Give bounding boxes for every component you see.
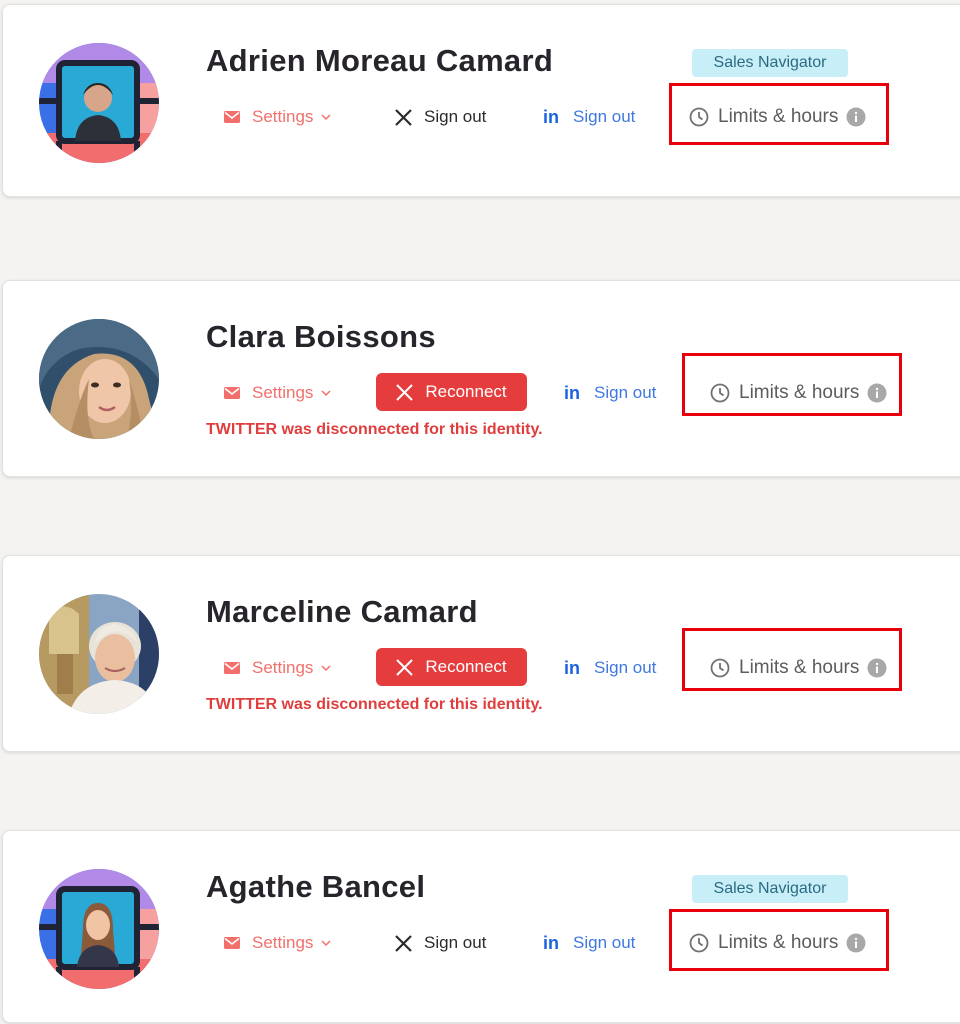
identity-name: Adrien Moreau Camard: [206, 43, 554, 78]
identity-name: Clara Boissons: [206, 319, 436, 354]
settings-label: Settings: [252, 107, 314, 126]
linkedin-icon: in: [564, 382, 580, 403]
linkedin-sign-out-button[interactable]: in Sign out: [543, 928, 635, 958]
clock-icon: [689, 107, 709, 127]
chevron-down-icon: [321, 664, 331, 672]
limits-label: Limits & hours: [718, 106, 839, 127]
clock-icon: [710, 658, 730, 678]
limits-label: Limits & hours: [739, 382, 860, 403]
reconnect-label: Reconnect: [425, 382, 507, 401]
twitter-sign-out-button[interactable]: Sign out: [395, 928, 486, 958]
limits-and-hours-button[interactable]: Limits & hours: [710, 378, 887, 408]
twitter-sign-out-label: Sign out: [424, 107, 487, 126]
disconnection-error: TWITTER was disconnected for this identi…: [206, 421, 543, 438]
x-logo-icon: [396, 658, 414, 676]
sales-navigator-badge: Sales Navigator: [692, 875, 848, 903]
avatar: [39, 869, 159, 989]
avatar: [39, 43, 159, 163]
limits-label: Limits & hours: [718, 932, 839, 953]
chevron-down-icon: [321, 113, 331, 121]
twitter-reconnect-button[interactable]: Reconnect: [376, 373, 527, 411]
x-logo-icon: [396, 383, 414, 401]
limits-and-hours-button[interactable]: Limits & hours: [710, 653, 887, 683]
x-logo-icon: [395, 934, 412, 952]
twitter-sign-out-label: Sign out: [424, 933, 487, 952]
limits-and-hours-button[interactable]: Limits & hours: [689, 928, 866, 958]
mail-icon: [224, 387, 240, 399]
settings-dropdown[interactable]: Settings: [224, 378, 331, 408]
mail-icon: [224, 937, 240, 949]
linkedin-sign-out-label: Sign out: [594, 383, 657, 402]
chevron-down-icon: [321, 939, 331, 947]
identity-card: Marceline Camard Settings Reconnect in S…: [2, 555, 960, 752]
identity-name: Marceline Camard: [206, 594, 478, 629]
linkedin-icon: in: [564, 657, 580, 678]
disconnection-error: TWITTER was disconnected for this identi…: [206, 696, 543, 713]
settings-label: Settings: [252, 383, 314, 402]
settings-dropdown[interactable]: Settings: [224, 653, 331, 683]
twitter-reconnect-button[interactable]: Reconnect: [376, 648, 527, 686]
mail-icon: [224, 662, 240, 674]
linkedin-sign-out-button[interactable]: in Sign out: [564, 653, 656, 683]
settings-dropdown[interactable]: Settings: [224, 928, 331, 958]
settings-label: Settings: [252, 658, 314, 677]
identity-card: Adrien Moreau Camard Sales Navigator Set…: [2, 4, 960, 197]
chevron-down-icon: [321, 389, 331, 397]
clock-icon: [710, 383, 730, 403]
info-icon[interactable]: [867, 383, 887, 403]
info-icon[interactable]: [846, 933, 866, 953]
reconnect-label: Reconnect: [425, 657, 507, 676]
info-icon[interactable]: [846, 107, 866, 127]
info-icon[interactable]: [867, 658, 887, 678]
twitter-sign-out-button[interactable]: Sign out: [395, 102, 486, 132]
settings-label: Settings: [252, 933, 314, 952]
linkedin-sign-out-label: Sign out: [594, 658, 657, 677]
identity-card: Clara Boissons Settings Reconnect in Sig…: [2, 280, 960, 477]
linkedin-sign-out-button[interactable]: in Sign out: [564, 378, 656, 408]
limits-and-hours-button[interactable]: Limits & hours: [689, 102, 866, 132]
limits-label: Limits & hours: [739, 657, 860, 678]
linkedin-sign-out-button[interactable]: in Sign out: [543, 102, 635, 132]
identity-card: Agathe Bancel Sales Navigator Settings S…: [2, 830, 960, 1023]
identity-name: Agathe Bancel: [206, 869, 426, 904]
avatar: [39, 594, 159, 714]
linkedin-icon: in: [543, 932, 559, 953]
x-logo-icon: [395, 108, 412, 126]
linkedin-sign-out-label: Sign out: [573, 107, 636, 126]
mail-icon: [224, 111, 240, 123]
linkedin-icon: in: [543, 106, 559, 127]
avatar: [39, 319, 159, 439]
clock-icon: [689, 933, 709, 953]
linkedin-sign-out-label: Sign out: [573, 933, 636, 952]
sales-navigator-badge: Sales Navigator: [692, 49, 848, 77]
settings-dropdown[interactable]: Settings: [224, 102, 331, 132]
